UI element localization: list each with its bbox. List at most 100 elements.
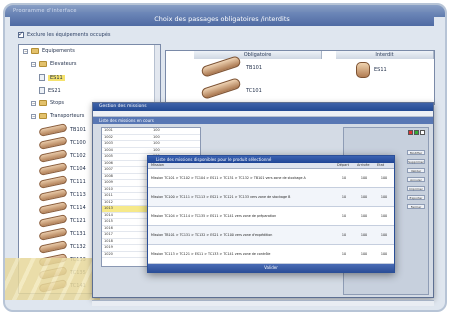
tree-item[interactable]: − Transporteurs (31, 113, 84, 119)
tree-item[interactable]: TC100 (38, 136, 86, 150)
dialog-row[interactable]: Mission TC100 > TC111 > TC113 > ES21 > T… (148, 188, 394, 207)
tree-item-label: TC102 (70, 153, 86, 159)
handle-icon (200, 77, 242, 100)
constraints-grid[interactable]: Obligatoire Interdit TB101 TC101 ES11 (165, 50, 435, 105)
tree-item-label: TB101 (70, 127, 87, 133)
dialog-row-value: 100 (380, 176, 388, 180)
dialog-row[interactable]: Mission TB101 > TC131 > TC132 > ES21 > T… (148, 226, 394, 245)
exclude-occupied-label: Exclure les équipements occupés (27, 32, 111, 38)
dialog-row[interactable]: Mission TC113 > TC121 > ES11 > TC133 > T… (148, 245, 394, 264)
window-title: Choix des passages obligatoires /interdi… (10, 12, 434, 26)
missions-window-subtitle: Liste des missions en cours (93, 117, 433, 124)
handle-icon (200, 55, 242, 78)
handle-icon (38, 175, 68, 189)
tree-item[interactable]: ES21 (39, 87, 61, 94)
exclude-occupied-option[interactable]: Exclure les équipements occupés (18, 30, 111, 38)
dialog-row-value: 10 (341, 233, 347, 237)
table-cell: 1008 (104, 173, 113, 178)
tree-item[interactable]: − Stops (31, 100, 64, 106)
dialog-row-value: 100 (380, 233, 388, 237)
handle-icon (38, 227, 68, 241)
table-cell: 100 (153, 134, 160, 139)
exclude-occupied-checkbox[interactable] (18, 30, 24, 38)
tree-item[interactable]: TC114 (38, 201, 86, 215)
handle-icon (38, 162, 68, 176)
dialog-validate-button[interactable]: Valider (148, 264, 394, 272)
table-cell: 1015 (104, 219, 113, 223)
table-cell: 100 (153, 141, 160, 145)
side-button[interactable]: Fermer (407, 204, 425, 209)
obligatoire-item[interactable]: TB101 (246, 65, 262, 71)
expand-toggle[interactable]: − (31, 100, 36, 106)
dialog-row-value: 10 (341, 252, 347, 256)
obligatoire-header: Obligatoire (194, 51, 322, 59)
dialog-row-value: 100 (360, 176, 368, 180)
tree-item-label: TC111 (70, 179, 86, 185)
status-bar (92, 300, 434, 306)
side-button[interactable]: Modifier (407, 150, 425, 155)
tree-item[interactable]: − Elevateurs (31, 61, 77, 67)
dialog-row-text: Mission TC104 > TC114 > TC135 > ES11 > T… (151, 214, 277, 218)
table-cell: 1010 (104, 186, 113, 191)
tree-item-label: TC113 (70, 192, 86, 198)
side-button[interactable]: Annuler (407, 177, 425, 182)
tree-item[interactable]: TC113 (38, 188, 86, 202)
dialog-row-value: 10 (341, 176, 347, 180)
tree-item[interactable]: TC104 (38, 162, 86, 176)
table-cell: 1005 (104, 154, 113, 158)
obligatoire-item[interactable]: TC101 (246, 88, 262, 94)
tree-item-label: Elevateurs (50, 61, 77, 67)
expand-toggle[interactable]: − (31, 61, 36, 67)
table-cell: 1007 (104, 167, 113, 171)
dialog-row[interactable]: Mission TC104 > TC114 > TC135 > ES11 > T… (148, 207, 394, 226)
dialog-row[interactable]: Mission TC101 > TC102 > TC104 > ES11 > T… (148, 169, 394, 188)
dialog-col-depart: Départ (337, 163, 350, 167)
dialog-row-text: Mission TC113 > TC121 > ES11 > TC133 > T… (151, 252, 271, 256)
handle-icon (38, 188, 68, 202)
tree-item-label: Equipements (42, 48, 75, 54)
tree-item[interactable]: TC132 (38, 240, 86, 254)
tree-item[interactable]: − Equipements (23, 48, 75, 54)
table-cell: 1002 (104, 134, 113, 139)
expand-toggle[interactable]: − (31, 113, 36, 119)
interdit-item[interactable]: ES11 (374, 67, 387, 73)
dialog-row-value: 100 (360, 214, 368, 218)
table-cell: 1006 (104, 160, 113, 165)
dialog-row-value: 100 (360, 195, 368, 199)
table-cell: 1011 (104, 193, 113, 197)
table-cell: 1009 (104, 180, 113, 184)
table-cell: 100 (153, 128, 160, 132)
tree-item[interactable]: TC131 (38, 227, 86, 241)
tree-item-label: TC114 (70, 205, 86, 211)
dialog-col-etat: Etat (377, 163, 385, 167)
tree-item-label: ES11 (48, 74, 65, 81)
stop-icon[interactable] (408, 130, 413, 135)
folder-icon (39, 113, 47, 119)
dialog-row-text: Mission TB101 > TC131 > TC132 > ES21 > T… (151, 233, 273, 237)
lock-icon (356, 62, 370, 78)
side-button[interactable]: Valider (407, 168, 425, 173)
handle-icon (38, 201, 68, 215)
go-icon[interactable] (414, 130, 419, 135)
missions-dialog: Liste des missions disponibles pour le p… (147, 155, 395, 273)
handle-icon (38, 136, 68, 150)
tree-item[interactable]: TC102 (38, 149, 86, 163)
tree-item-label: TC121 (70, 218, 86, 224)
dialog-col-mission: Mission (151, 163, 164, 167)
tree-item[interactable]: TC121 (38, 214, 86, 228)
side-button[interactable]: Exporter (407, 195, 425, 200)
expand-toggle[interactable]: − (23, 48, 28, 54)
tree-item[interactable]: ES11 (39, 74, 65, 81)
side-button[interactable]: Supprimer (407, 159, 425, 164)
blank-icon[interactable] (420, 130, 425, 135)
tree-item[interactable]: TC111 (38, 175, 86, 189)
tree-item-label: TC132 (70, 244, 86, 250)
tree-item-label: Stops (50, 100, 64, 106)
tree-item-label: TC131 (70, 231, 86, 237)
tree-item[interactable]: TB101 (38, 123, 87, 137)
tree-item-label: ES21 (48, 87, 61, 94)
folder-icon (39, 61, 47, 67)
side-button[interactable]: Imprimer (407, 186, 425, 191)
handle-icon (38, 214, 68, 228)
dialog-row-value: 100 (360, 252, 368, 256)
